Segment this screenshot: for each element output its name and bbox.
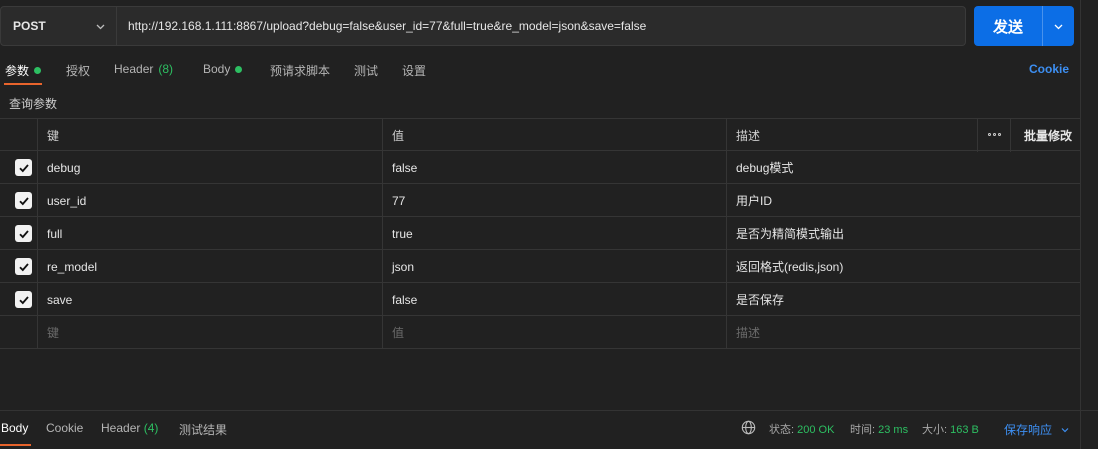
chevron-down-icon — [1054, 24, 1063, 29]
send-button[interactable]: 发送 — [974, 6, 1074, 46]
param-value[interactable]: false — [392, 151, 417, 184]
save-response-label: 保存响应 — [1004, 423, 1053, 437]
size-label: 大小: — [922, 424, 948, 436]
tab-header[interactable]: Header (8) — [114, 62, 173, 76]
url-input[interactable]: http://192.168.1.111:8867/upload?debug=f… — [117, 6, 966, 46]
tab-tests[interactable]: 测试 — [354, 62, 378, 79]
tab-pre-request-script-label: 预请求脚本 — [270, 64, 331, 78]
param-key[interactable]: re_model — [47, 250, 97, 283]
column-header-key: 键 — [47, 129, 60, 143]
response-tab-cookie[interactable]: Cookie — [46, 421, 83, 435]
column-header-value: 值 — [392, 129, 405, 143]
save-response-button[interactable]: 保存响应 — [1004, 421, 1070, 438]
param-key[interactable]: full — [47, 217, 62, 250]
tab-params-label: 参数 — [5, 64, 30, 78]
tab-auth[interactable]: 授权 — [66, 62, 90, 79]
globe-icon[interactable] — [741, 420, 756, 435]
check-icon — [18, 295, 29, 304]
tab-params[interactable]: 参数 — [5, 62, 42, 79]
send-options-button[interactable] — [1043, 21, 1074, 32]
tab-auth-label: 授权 — [66, 64, 91, 78]
section-title: 查询参数 — [9, 97, 58, 111]
check-icon — [18, 262, 29, 271]
more-options-icon[interactable] — [988, 133, 1001, 136]
response-tab-header[interactable]: Header (4) — [101, 421, 158, 435]
param-description[interactable]: 用户ID — [736, 184, 772, 217]
tab-body-label: Body — [203, 62, 231, 76]
tab-pre-request-script[interactable]: 预请求脚本 — [270, 62, 330, 79]
new-value-input[interactable]: 值 — [392, 316, 404, 349]
column-header-description: 描述 — [736, 129, 761, 143]
body-status-dot — [235, 65, 243, 73]
send-label: 发送 — [992, 18, 1023, 36]
check-icon — [18, 196, 29, 205]
cookie-link[interactable]: Cookie — [1029, 62, 1069, 76]
row-checkbox[interactable] — [15, 258, 32, 275]
response-tab-body[interactable]: Body — [1, 421, 28, 435]
response-tab-test-results[interactable]: 测试结果 — [179, 421, 227, 438]
params-status-dot — [34, 67, 42, 74]
param-value[interactable]: 77 — [392, 184, 405, 217]
time-value: 23 ms — [878, 424, 909, 436]
new-description-input[interactable]: 描述 — [736, 316, 760, 349]
response-tab-header-count: (4) — [143, 421, 159, 435]
tab-settings-label: 设置 — [402, 64, 427, 78]
time-label: 时间: — [850, 424, 876, 436]
active-response-tab-indicator — [0, 444, 31, 446]
table-row: save false 是否保存 — [0, 283, 1081, 316]
row-checkbox[interactable] — [15, 159, 32, 176]
time-readout: 时间: 23 ms — [850, 421, 908, 437]
table-row: debug false debug模式 — [0, 151, 1081, 184]
request-tabs: 参数 授权 Header (8) Body 预请求脚本 测试 设置 Cookie — [0, 58, 1080, 86]
status-readout: 状态: 200 OK — [769, 421, 834, 437]
param-description[interactable]: debug模式 — [736, 151, 793, 184]
row-checkbox[interactable] — [15, 291, 32, 308]
table-row: re_model json 返回格式(redis,json) — [0, 250, 1081, 283]
table-header-row: 键 值 描述 批量修改 — [0, 118, 1081, 152]
table-row: full true 是否为精简模式输出 — [0, 217, 1081, 250]
new-key-input[interactable]: 键 — [47, 316, 59, 349]
param-value[interactable]: json — [392, 250, 414, 283]
check-icon — [18, 229, 29, 238]
response-bar: Body Cookie Header (4) 测试结果 状态: 200 OK 时… — [0, 410, 1098, 449]
tab-header-label: Header — [114, 62, 154, 76]
chevron-down-icon — [96, 24, 105, 30]
method-label: POST — [13, 19, 46, 33]
size-readout: 大小: 163 B — [922, 421, 979, 437]
method-select[interactable]: POST — [0, 6, 117, 46]
tab-settings[interactable]: 设置 — [402, 62, 426, 79]
active-tab-indicator — [4, 83, 42, 85]
param-description[interactable]: 返回格式(redis,json) — [736, 250, 843, 283]
param-key[interactable]: debug — [47, 151, 80, 184]
new-param-row: 键 值 描述 — [0, 316, 1081, 349]
status-value: 200 OK — [797, 424, 835, 436]
row-checkbox[interactable] — [15, 225, 32, 242]
chevron-down-icon — [1061, 427, 1069, 432]
response-tab-header-label: Header — [101, 421, 141, 435]
param-key[interactable]: user_id — [47, 184, 86, 217]
param-key[interactable]: save — [47, 283, 72, 316]
tab-body[interactable]: Body — [203, 62, 243, 76]
tab-header-count: (8) — [158, 62, 174, 76]
param-value[interactable]: true — [392, 217, 413, 250]
tab-tests-label: 测试 — [354, 64, 379, 78]
bulk-edit-button[interactable]: 批量修改 — [1024, 119, 1072, 152]
check-icon — [18, 163, 29, 172]
row-checkbox[interactable] — [15, 192, 32, 209]
params-table: 键 值 描述 批量修改 debug false debug模式 user_id … — [0, 118, 1081, 349]
panel-divider — [1080, 0, 1081, 449]
param-value[interactable]: false — [392, 283, 417, 316]
url-text: http://192.168.1.111:8867/upload?debug=f… — [128, 19, 647, 33]
size-value: 163 B — [950, 424, 979, 436]
param-description[interactable]: 是否保存 — [736, 283, 784, 316]
param-description[interactable]: 是否为精简模式输出 — [736, 217, 844, 250]
status-label: 状态: — [769, 424, 795, 436]
table-row: user_id 77 用户ID — [0, 184, 1081, 217]
